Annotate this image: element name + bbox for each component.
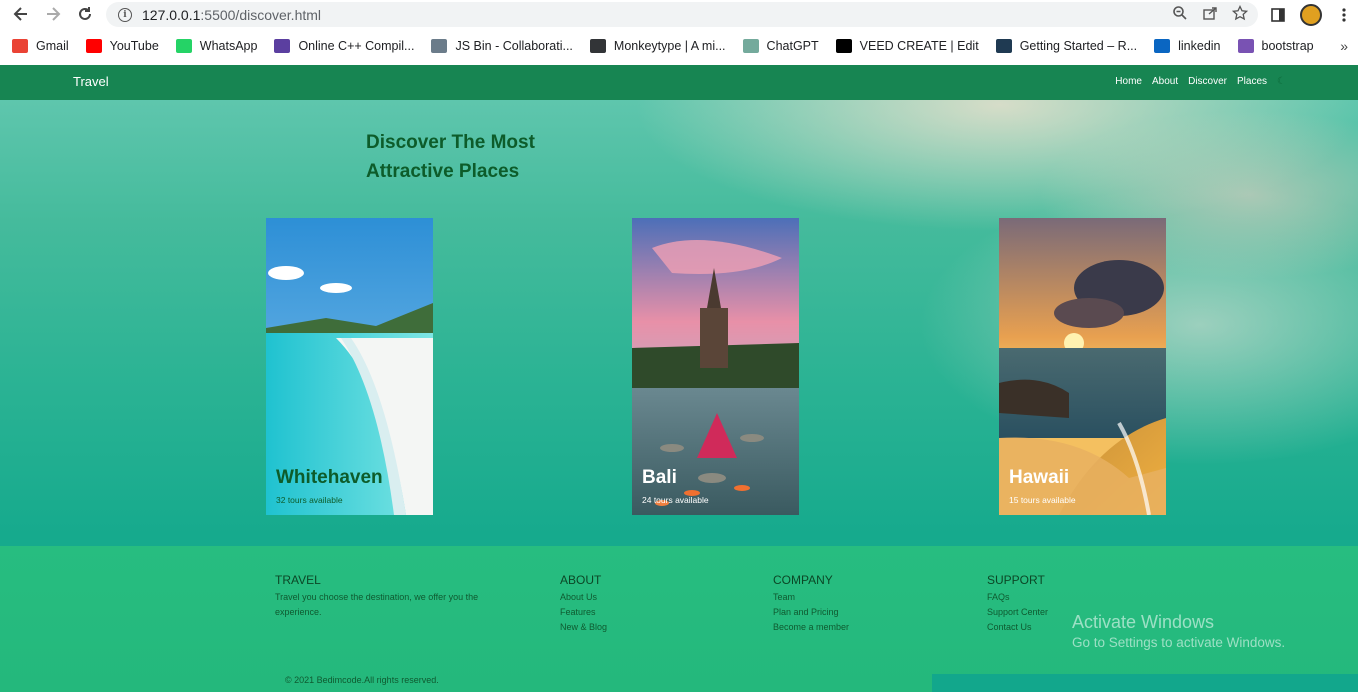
bookmark-label: YouTube	[109, 39, 159, 53]
nav-menu: Home About Discover Places ☾	[1115, 76, 1286, 87]
bookmark-veed[interactable]: VEED CREATE | Edit	[835, 39, 979, 53]
bookmark-bootstrap[interactable]: bootstrap	[1237, 39, 1314, 53]
footer-link-support[interactable]: Support Center	[987, 605, 1048, 620]
card-tours: 32 tours available	[276, 495, 343, 505]
linkedin-icon	[1154, 39, 1171, 53]
zoom-icon[interactable]	[1172, 5, 1188, 25]
footer-link-team[interactable]: Team	[773, 590, 849, 605]
nav-about[interactable]: About	[1152, 76, 1178, 87]
nav-discover[interactable]: Discover	[1188, 76, 1227, 87]
footer-description: Travel you choose the destination, we of…	[275, 592, 479, 617]
jsbin-icon	[431, 39, 448, 53]
bookmark-label: ChatGPT	[766, 39, 819, 53]
card-title: Whitehaven	[276, 467, 383, 488]
place-card-hawaii[interactable]: Hawaii 15 tours available	[999, 218, 1166, 515]
place-card-bali[interactable]: Bali 24 tours available	[632, 218, 799, 515]
bookmarks-overflow-icon[interactable]: »	[1340, 38, 1348, 54]
profile-avatar[interactable]	[1300, 4, 1322, 26]
bookmark-react[interactable]: Getting Started – R...	[995, 39, 1138, 53]
footer-col-support: SUPPORT FAQs Support Center Contact Us	[987, 573, 1048, 635]
nav-places[interactable]: Places	[1237, 76, 1267, 87]
share-icon[interactable]	[1202, 5, 1218, 25]
site-logo[interactable]: Travel	[73, 74, 109, 89]
bookmark-label: linkedin	[1178, 39, 1221, 53]
footer-link-about-us[interactable]: About Us	[560, 590, 607, 605]
kebab-menu-icon[interactable]	[1334, 5, 1354, 25]
footer-title: TRAVEL	[275, 573, 321, 587]
footer-title: ABOUT	[560, 573, 602, 587]
footer-title: SUPPORT	[987, 573, 1045, 587]
footer-link-member[interactable]: Become a member	[773, 620, 849, 635]
footer-link-contact[interactable]: Contact Us	[987, 620, 1048, 635]
bookmark-label: Monkeytype | A mi...	[613, 39, 726, 53]
bookmark-linkedin[interactable]: linkedin	[1154, 39, 1221, 53]
side-panel-icon[interactable]	[1268, 5, 1288, 25]
activation-subtitle: Go to Settings to activate Windows.	[1072, 635, 1286, 650]
bookmark-chatgpt[interactable]: ChatGPT	[742, 39, 819, 53]
site-info-icon[interactable]: i	[118, 7, 132, 22]
card-tours: 15 tours available	[1009, 495, 1076, 505]
gmail-icon	[12, 39, 28, 53]
bookmark-label: bootstrap	[1261, 39, 1314, 53]
bookmark-jsbin[interactable]: JS Bin - Collaborati...	[431, 39, 573, 53]
back-arrow-icon[interactable]	[10, 3, 32, 25]
chatgpt-icon	[742, 39, 759, 53]
copyright: © 2021 Bedimcode.All rights reserved.	[285, 675, 439, 685]
card-tours: 24 tours available	[642, 495, 709, 505]
youtube-icon	[85, 39, 102, 53]
bookmark-replit[interactable]: Online C++ Compil...	[274, 39, 414, 53]
bookmark-label: WhatsApp	[199, 39, 258, 53]
nav-home[interactable]: Home	[1115, 76, 1142, 87]
footer-link-faqs[interactable]: FAQs	[987, 590, 1048, 605]
site-footer: TRAVEL Travel you choose the destination…	[0, 546, 1358, 692]
activation-title: Activate Windows	[1072, 612, 1215, 632]
bookmark-gmail[interactable]: Gmail	[12, 39, 69, 53]
footer-link-features[interactable]: Features	[560, 605, 607, 620]
bookmarks-bar: Gmail YouTube WhatsApp Online C++ Compil...…	[0, 32, 1358, 60]
bookmark-label: Gmail	[36, 39, 69, 53]
bookmark-label: Getting Started – R...	[1019, 39, 1138, 53]
whatsapp-icon	[175, 39, 192, 53]
bookmark-label: JS Bin - Collaborati...	[455, 39, 573, 53]
footer-link-blog[interactable]: New & Blog	[560, 620, 607, 635]
footer-link-pricing[interactable]: Plan and Pricing	[773, 605, 849, 620]
address-bar[interactable]: i 127.0.0.1:5500/discover.html	[106, 2, 1258, 27]
bottom-strip	[932, 674, 1358, 692]
footer-title: COMPANY	[773, 573, 833, 587]
card-title: Bali	[642, 467, 677, 488]
bootstrap-icon	[1237, 39, 1254, 53]
reload-icon[interactable]	[74, 3, 96, 25]
monkeytype-icon	[589, 39, 606, 53]
bookmark-monkeytype[interactable]: Monkeytype | A mi...	[589, 39, 726, 53]
place-card-whitehaven[interactable]: Whitehaven 32 tours available	[266, 218, 433, 515]
replit-icon	[274, 39, 291, 53]
react-icon	[995, 39, 1012, 53]
page-title: Discover The Most Attractive Places	[366, 132, 535, 182]
bookmark-whatsapp[interactable]: WhatsApp	[175, 39, 258, 53]
bookmark-youtube[interactable]: YouTube	[85, 39, 159, 53]
veed-icon	[835, 39, 852, 53]
moon-icon[interactable]: ☾	[1277, 76, 1286, 87]
windows-activation-watermark: Activate Windows Go to Settings to activ…	[1072, 612, 1285, 650]
bookmark-label: Online C++ Compil...	[298, 39, 415, 53]
browser-toolbar: i 127.0.0.1:5500/discover.html	[0, 0, 1358, 30]
card-title: Hawaii	[1009, 467, 1070, 488]
url-text[interactable]: 127.0.0.1:5500/discover.html	[142, 7, 321, 23]
site-header: Travel Home About Discover Places ☾	[0, 65, 1358, 100]
footer-col-company: COMPANY Team Plan and Pricing Become a m…	[773, 573, 849, 635]
footer-col-travel: TRAVEL Travel you choose the destination…	[275, 573, 515, 620]
bookmark-star-icon[interactable]	[1231, 4, 1249, 25]
website: Travel Home About Discover Places ☾ Disc…	[0, 65, 1358, 692]
footer-col-about: ABOUT About Us Features New & Blog	[560, 573, 607, 635]
bookmark-label: VEED CREATE | Edit	[859, 39, 979, 53]
forward-arrow-icon[interactable]	[42, 3, 64, 25]
